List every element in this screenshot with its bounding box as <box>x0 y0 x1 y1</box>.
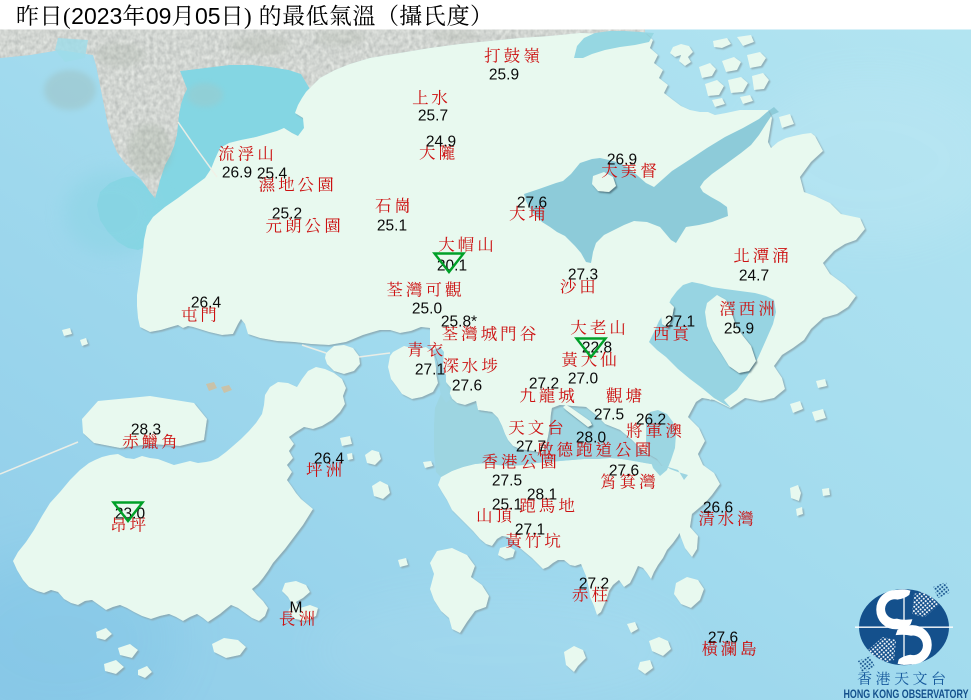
svg-text:25.0: 25.0 <box>412 301 443 318</box>
svg-text:25.9: 25.9 <box>724 321 754 338</box>
svg-text:27.7: 27.7 <box>516 439 546 456</box>
svg-text:25.4: 25.4 <box>257 166 288 183</box>
svg-text:流浮山: 流浮山 <box>218 141 277 165</box>
svg-text:26.4: 26.4 <box>314 451 345 468</box>
svg-text:27.6: 27.6 <box>708 630 738 647</box>
svg-text:石崗: 石崗 <box>375 193 414 217</box>
svg-text:香港天文台: 香港天文台 <box>857 668 951 689</box>
svg-text:25.2: 25.2 <box>272 206 302 223</box>
svg-text:大老山: 大老山 <box>570 315 629 339</box>
svg-text:27.5: 27.5 <box>492 473 522 490</box>
svg-text:北潭涌: 北潭涌 <box>733 243 792 267</box>
svg-text:20.1: 20.1 <box>437 258 467 275</box>
svg-text:24.9: 24.9 <box>426 134 456 151</box>
svg-text:27.2: 27.2 <box>579 576 609 593</box>
svg-text:28.3: 28.3 <box>131 422 161 439</box>
svg-text:M: M <box>290 600 303 617</box>
svg-text:27.1: 27.1 <box>515 522 545 539</box>
svg-text:27.1: 27.1 <box>415 362 445 379</box>
svg-text:25.1: 25.1 <box>492 497 522 514</box>
svg-text:27.6: 27.6 <box>517 195 547 212</box>
svg-text:26.9: 26.9 <box>607 152 637 169</box>
svg-text:24.7: 24.7 <box>739 268 769 285</box>
svg-text:27.2: 27.2 <box>529 376 559 393</box>
svg-text:25.8*: 25.8* <box>441 314 477 331</box>
svg-text:25.7: 25.7 <box>418 108 448 125</box>
svg-text:青衣: 青衣 <box>407 337 446 361</box>
svg-text:天文台: 天文台 <box>508 415 567 439</box>
svg-text:26.4: 26.4 <box>191 295 222 312</box>
svg-text:27.5: 27.5 <box>594 407 624 424</box>
svg-text:27.6: 27.6 <box>609 463 639 480</box>
svg-text:27.3: 27.3 <box>568 267 598 284</box>
svg-text:大帽山: 大帽山 <box>438 232 497 256</box>
svg-text:上水: 上水 <box>412 85 451 109</box>
svg-text:27.6: 27.6 <box>452 378 482 395</box>
svg-text:28.1: 28.1 <box>527 487 557 504</box>
svg-text:觀塘: 觀塘 <box>606 383 645 407</box>
svg-text:26.2: 26.2 <box>636 412 666 429</box>
svg-text:荃灣可觀: 荃灣可觀 <box>387 277 465 301</box>
svg-text:25.1: 25.1 <box>377 218 407 235</box>
svg-text:25.9: 25.9 <box>489 67 519 84</box>
svg-text:28.0: 28.0 <box>576 430 607 447</box>
svg-text:26.9: 26.9 <box>222 165 252 182</box>
svg-text:滘西洲: 滘西洲 <box>719 296 778 320</box>
svg-text:27.1: 27.1 <box>665 314 695 331</box>
svg-text:27.0: 27.0 <box>568 371 599 388</box>
svg-text:26.6: 26.6 <box>703 500 733 517</box>
svg-text:深水埗: 深水埗 <box>442 353 501 377</box>
svg-text:昨日(2023年09月05日) 的最低氣溫（攝氏度）: 昨日(2023年09月05日) 的最低氣溫（攝氏度） <box>16 0 493 31</box>
svg-text:HONG KONG OBSERVATORY: HONG KONG OBSERVATORY <box>844 688 969 700</box>
svg-text:打鼓嶺: 打鼓嶺 <box>484 43 543 67</box>
